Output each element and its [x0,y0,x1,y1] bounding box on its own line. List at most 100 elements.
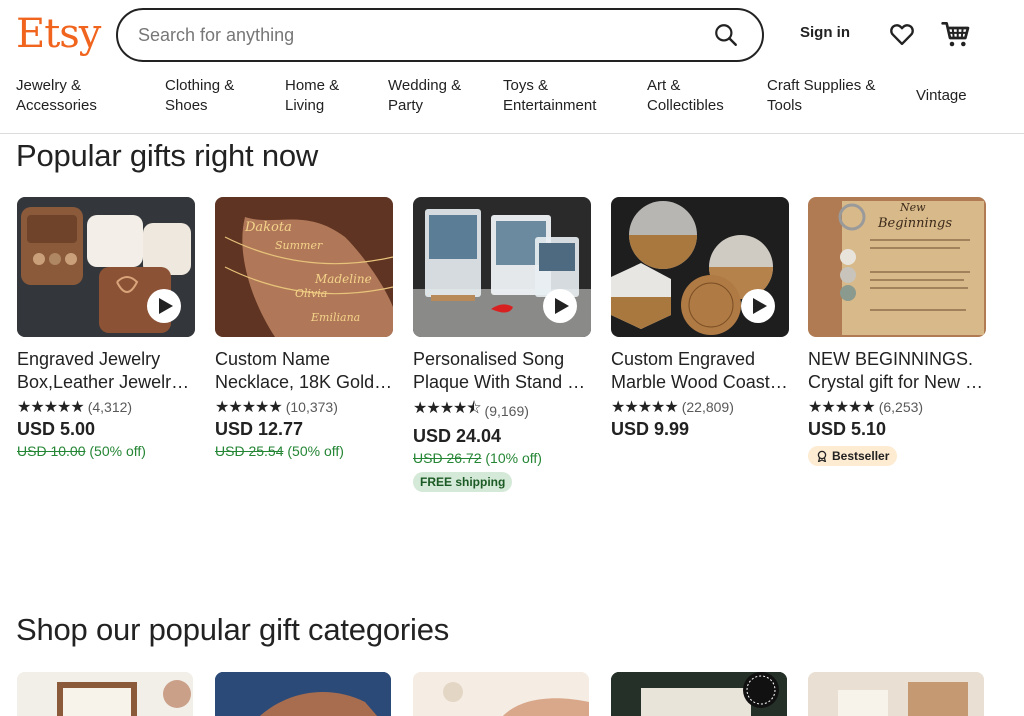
product-discount: USD 10.00 (50% off) [17,443,195,459]
favorites-button[interactable] [888,20,916,48]
category-label-line2: Party [388,97,424,114]
star-rating-icon: ★★★★⯪ [413,400,482,417]
category-label-line1: Clothing & [165,77,235,94]
product-card[interactable]: Custom Engraved Marble Wood Coasters ★★★… [611,197,789,440]
popular-gifts-heading: Popular gifts right now [16,138,319,173]
free-shipping-badge: FREE shipping [413,472,513,492]
svg-text:Olivia: Olivia [295,287,327,300]
review-count: (22,809) [681,399,734,415]
discount-percent: (50% off) [287,443,344,459]
play-icon [158,298,173,314]
star-rating-icon: ★★★★★ [611,399,679,416]
gift-category-photo [413,672,589,716]
product-title-line2[interactable]: Marble Wood Coasters [611,371,789,394]
etsy-logo[interactable]: Etsy [16,8,101,60]
svg-text:Madeline: Madeline [314,272,372,286]
category-craft-supplies-tools[interactable]: Craft Supplies & Tools [767,76,875,116]
product-image[interactable]: Dakota Summer Madeline Olivia Emiliana [215,197,393,337]
category-nav: Jewelry & Accessories Clothing & Shoes H… [0,76,1024,134]
search-icon [715,24,737,46]
category-label-line2: Shoes [165,97,208,114]
product-discount: USD 25.54 (50% off) [215,443,393,459]
category-clothing-shoes[interactable]: Clothing & Shoes [165,76,234,116]
product-image[interactable] [17,197,195,337]
product-image[interactable]: New Beginnings [808,197,986,337]
category-jewelry-accessories[interactable]: Jewelry & Accessories [16,76,97,116]
category-label-line2: Entertainment [503,97,597,114]
product-title-line1[interactable]: Custom Name [215,348,393,371]
product-title-line2[interactable]: Crystal gift for New Beginnings [808,371,986,394]
category-label-line1: Vintage [916,87,967,104]
product-card[interactable]: Personalised Song Plaque With Stand Gift… [413,197,591,492]
cart-button[interactable] [940,18,972,50]
svg-text:Emiliana: Emiliana [310,311,360,324]
category-home-living[interactable]: Home & Living [285,76,339,116]
product-title-line2[interactable]: Plaque With Stand Gift [413,371,591,394]
category-art-collectibles[interactable]: Art & Collectibles [647,76,724,116]
category-label-line1: Toys & [503,77,549,94]
gift-category-tile[interactable] [215,672,391,716]
product-title-line2[interactable]: Necklace, 18K Gold Name [215,371,393,394]
product-card[interactable]: Dakota Summer Madeline Olivia Emiliana C… [215,197,393,459]
cart-icon [941,22,970,47]
product-price: USD 12.77 [215,419,304,439]
product-image[interactable] [611,197,789,337]
product-price: USD 9.99 [611,419,690,439]
award-ribbon-icon [817,450,827,462]
discount-percent: (50% off) [89,443,146,459]
sign-in-link[interactable]: Sign in [800,24,850,41]
gift-category-photo [215,672,391,716]
play-icon [752,298,767,314]
product-title-line2[interactable]: Box,Leather Jewelry Box [17,371,195,394]
product-title-line1[interactable]: Custom Engraved [611,348,789,371]
category-label-line2: Accessories [16,97,97,114]
review-count: (9,169) [484,402,529,419]
review-count: (6,253) [878,399,924,415]
search-bar[interactable] [116,8,764,62]
review-count: (4,312) [87,399,133,415]
gift-category-photo [808,672,984,716]
gift-category-tile[interactable] [611,672,787,716]
gift-category-tile[interactable] [808,672,984,716]
svg-text:New: New [899,201,926,214]
svg-text:Dakota: Dakota [244,220,292,235]
review-count: (10,373) [285,399,338,415]
product-title-line1[interactable]: Personalised Song [413,348,591,371]
product-photo-name-necklace: Dakota Summer Madeline Olivia Emiliana [215,197,393,337]
search-button[interactable] [706,15,746,55]
product-rating: ★★★★★ (6,253) [808,397,986,417]
category-toys-entertainment[interactable]: Toys & Entertainment [503,76,596,116]
product-photo-crystal-keychain: New Beginnings [808,197,986,337]
search-input[interactable] [138,24,706,46]
product-card[interactable]: Engraved Jewelry Box,Leather Jewelry Box… [17,197,195,459]
product-image[interactable] [413,197,591,337]
product-price: USD 5.10 [808,419,887,439]
play-video-button[interactable] [741,289,775,323]
product-rating: ★★★★★ (10,373) [215,397,393,417]
product-rating: ★★★★★ (4,312) [17,397,195,417]
original-price: USD 10.00 [17,443,86,459]
product-title-line1[interactable]: NEW BEGINNINGS. [808,348,986,371]
gift-category-tile[interactable] [413,672,589,716]
category-wedding-party[interactable]: Wedding & Party [388,76,461,116]
play-video-button[interactable] [543,289,577,323]
category-label-line2: Tools [767,97,803,114]
discount-percent: (10% off) [485,450,542,466]
category-label-line1: Art & [647,77,681,94]
star-rating-icon: ★★★★★ [215,399,283,416]
category-label-line1: Jewelry & [16,77,82,94]
category-label-line1: Home & [285,77,340,94]
bestseller-badge: Bestseller [808,446,898,466]
svg-text:Summer: Summer [275,239,323,252]
product-title-line1[interactable]: Engraved Jewelry [17,348,195,371]
original-price: USD 26.72 [413,450,482,466]
category-label-line1: Wedding & [388,77,462,94]
category-label-line1: Craft Supplies & [767,77,876,94]
category-vintage[interactable]: Vintage [916,86,967,106]
original-price: USD 25.54 [215,443,284,459]
gift-category-tile[interactable] [17,672,193,716]
play-video-button[interactable] [147,289,181,323]
play-icon [554,298,569,314]
product-price: USD 24.04 [413,426,502,446]
product-card[interactable]: New Beginnings NEW BEGINNINGS. Crystal g… [808,197,986,467]
